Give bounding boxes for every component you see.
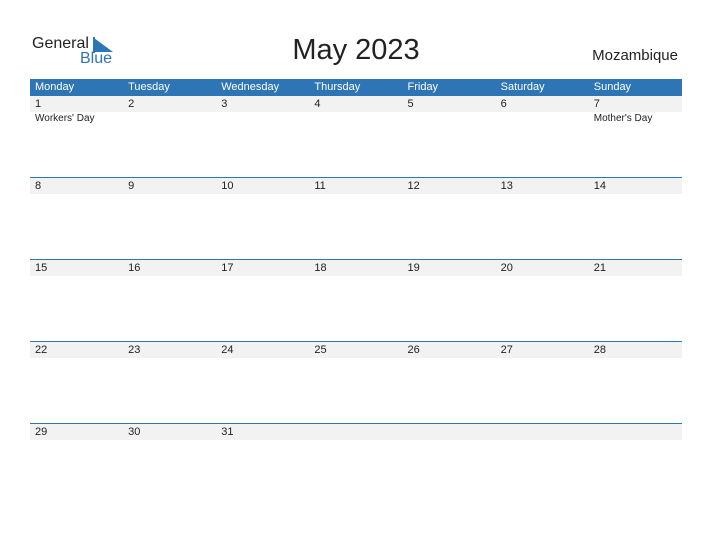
- day-number: 7: [593, 98, 600, 110]
- day-number: [589, 424, 682, 440]
- day-number: 19: [407, 262, 420, 274]
- day-number: 23: [128, 344, 141, 356]
- holiday-label: Workers' Day: [35, 113, 95, 124]
- country-label: Mozambique: [592, 47, 678, 64]
- day-number: 26: [407, 344, 420, 356]
- day-number: 11: [314, 180, 326, 192]
- holiday-label: [403, 112, 496, 126]
- weekday-monday: Monday: [35, 81, 75, 93]
- day-number: 29: [35, 426, 48, 438]
- calendar-week: 15 16 17 18 19 20 21: [30, 259, 682, 341]
- holiday-label: Mother's Day: [593, 113, 653, 124]
- day-number: 4: [314, 98, 321, 110]
- day-number: 22: [35, 344, 48, 356]
- weekday-tuesday: Tuesday: [128, 81, 170, 93]
- day-number: 12: [407, 180, 420, 192]
- day-number: 9: [128, 180, 135, 192]
- holiday-label: [216, 112, 309, 126]
- holiday-label: [496, 112, 589, 126]
- weekday-header: Monday Tuesday Wednesday Thursday Friday…: [30, 79, 682, 96]
- day-number: 3: [221, 98, 228, 110]
- day-number: 16: [128, 262, 141, 274]
- week-day-numbers: 29 30 31: [30, 424, 682, 440]
- holiday-label: [123, 112, 216, 126]
- day-number: 18: [314, 262, 327, 274]
- day-number: [496, 424, 589, 440]
- calendar-week: 29 30 31: [30, 423, 682, 505]
- day-number: 30: [128, 426, 141, 438]
- calendar-week: 1 2 3 4 5 6 7 Workers' Day Mother's Day: [30, 96, 682, 177]
- day-number: 14: [593, 180, 606, 192]
- weekday-thursday: Thursday: [314, 81, 361, 93]
- day-number: 28: [593, 344, 606, 356]
- day-number: 2: [128, 98, 135, 110]
- day-number: 21: [593, 262, 606, 274]
- day-number: 8: [35, 180, 42, 192]
- day-number: 20: [500, 262, 513, 274]
- day-number: 13: [500, 180, 513, 192]
- holiday-label: [309, 112, 402, 126]
- day-number: 1: [35, 98, 42, 110]
- day-number: 27: [500, 344, 513, 356]
- day-number: 25: [314, 344, 327, 356]
- weekday-sunday: Sunday: [593, 81, 632, 93]
- day-number: 5: [407, 98, 414, 110]
- week-day-numbers: 15 16 17 18 19 20 21: [30, 260, 682, 276]
- calendar-week: 8 9 10 11 12 13 14: [30, 177, 682, 259]
- week-day-numbers: 22 23 24 25 26 27 28: [30, 342, 682, 358]
- day-number: 10: [221, 180, 234, 192]
- day-number: 15: [35, 262, 48, 274]
- weekday-friday: Friday: [407, 81, 439, 93]
- day-number: [309, 424, 402, 440]
- week-day-numbers: 1 2 3 4 5 6 7: [30, 96, 682, 112]
- weekday-saturday: Saturday: [500, 81, 545, 93]
- day-number: 24: [221, 344, 234, 356]
- day-number: 6: [500, 98, 507, 110]
- weekday-wednesday: Wednesday: [221, 81, 280, 93]
- day-number: 31: [221, 426, 234, 438]
- calendar-week: 22 23 24 25 26 27 28: [30, 341, 682, 423]
- week-holidays: Workers' Day Mother's Day: [30, 112, 682, 126]
- day-number: 17: [221, 262, 234, 274]
- day-number: [403, 424, 496, 440]
- week-day-numbers: 8 9 10 11 12 13 14: [30, 178, 682, 194]
- calendar-grid: Monday Tuesday Wednesday Thursday Friday…: [30, 79, 682, 505]
